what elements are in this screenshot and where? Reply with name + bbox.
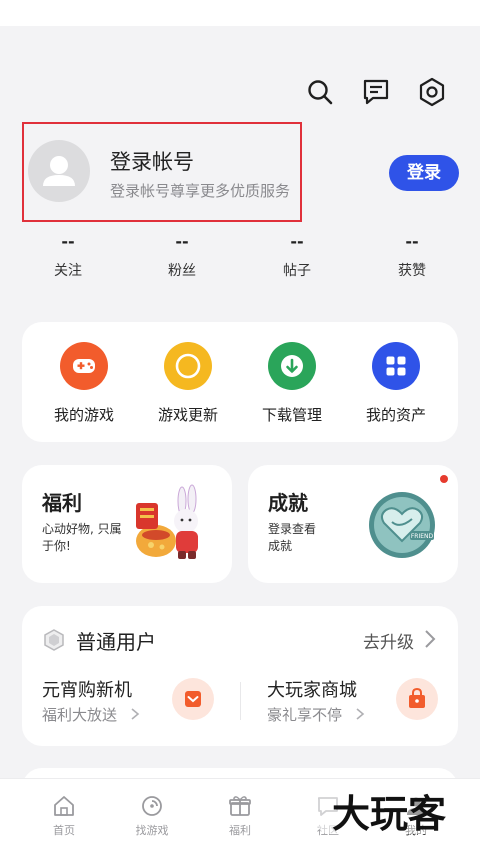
watermark-text: 大玩客 — [332, 792, 446, 836]
chevron-right-icon[interactable] — [422, 628, 438, 650]
stat-label: 帖子 — [283, 263, 311, 279]
refresh-icon — [164, 342, 212, 390]
tab-label: 找游戏 — [135, 824, 169, 837]
status-bar — [0, 0, 480, 26]
stat-posts[interactable]: -- 帖子 — [257, 232, 337, 280]
download-manager-button[interactable]: 下载管理 — [242, 342, 342, 425]
quick-actions-card: 我的游戏 游戏更新 下载管理 我的资产 — [22, 322, 458, 442]
stat-value: -- — [175, 232, 189, 251]
settings-icon[interactable] — [416, 76, 448, 108]
friend-badge-text: FRIEND — [411, 533, 434, 540]
welfare-title: 福利 — [42, 491, 82, 515]
tab-welfare[interactable]: 福利 — [210, 793, 270, 838]
promo-title[interactable]: 大玩家商城 — [267, 676, 357, 702]
promo-subtitle: 豪礼享不停 — [267, 706, 343, 724]
stat-follow[interactable]: -- 关注 — [28, 232, 108, 280]
quick-action-label: 我的游戏 — [53, 406, 114, 424]
grid-icon — [372, 342, 420, 390]
stat-fans[interactable]: -- 粉丝 — [142, 232, 222, 280]
tab-home[interactable]: 首页 — [34, 793, 94, 838]
discover-icon — [142, 796, 162, 816]
quick-action-label: 我的资产 — [365, 406, 426, 424]
member-level-title: 普通用户 — [76, 630, 156, 654]
message-icon[interactable] — [360, 76, 392, 108]
stat-value: -- — [290, 232, 304, 251]
membership-card: 普通用户 去升级 元宵购新机 福利大放送 大玩家商城 豪礼享不停 — [22, 606, 458, 746]
home-icon — [54, 796, 74, 816]
phone-promo-icon[interactable] — [172, 678, 214, 720]
upgrade-link[interactable]: 去升级 — [363, 628, 414, 653]
profile-title: 登录帐号 — [110, 150, 194, 174]
tab-label: 福利 — [229, 824, 251, 837]
quick-action-label: 下载管理 — [261, 406, 322, 424]
stat-label: 关注 — [54, 263, 82, 279]
profile-subtitle: 登录帐号尊享更多优质服务 — [110, 182, 291, 200]
stat-value: -- — [405, 232, 419, 251]
member-level-icon — [44, 629, 64, 651]
tab-discover[interactable]: 找游戏 — [122, 793, 182, 838]
tab-label: 首页 — [53, 824, 75, 837]
download-icon — [268, 342, 316, 390]
stats-row: -- 关注 -- 粉丝 -- 帖子 -- 获赞 — [0, 232, 480, 286]
gamepad-icon — [60, 342, 108, 390]
stat-value: -- — [61, 232, 75, 251]
promo-subtitle: 福利大放送 — [42, 706, 118, 724]
login-button[interactable]: 登录 — [389, 155, 459, 191]
stat-label: 获赞 — [398, 263, 426, 279]
promo-divider — [240, 682, 241, 720]
welfare-card[interactable]: 福利 心动好物, 只属于你! — [22, 465, 232, 583]
notification-dot — [440, 475, 448, 483]
achievement-title: 成就 — [268, 491, 308, 515]
achievement-card[interactable]: 成就 登录查看 成就 FRIEND — [248, 465, 458, 583]
stat-likes[interactable]: -- 获赞 — [372, 232, 452, 280]
chevron-right-icon — [131, 708, 140, 720]
promo-title[interactable]: 元宵购新机 — [42, 676, 132, 702]
avatar[interactable] — [28, 140, 90, 202]
search-icon[interactable] — [304, 76, 336, 108]
achievement-subtitle: 登录查看 成就 — [268, 522, 317, 553]
chevron-right-icon — [356, 708, 365, 720]
friend-badge-icon: FRIEND — [369, 492, 435, 558]
my-games-button[interactable]: 我的游戏 — [34, 342, 134, 425]
quick-action-label: 游戏更新 — [157, 406, 218, 424]
game-updates-button[interactable]: 游戏更新 — [138, 342, 238, 425]
my-assets-button[interactable]: 我的资产 — [346, 342, 446, 425]
gift-icon — [229, 796, 251, 816]
stat-label: 粉丝 — [168, 263, 196, 279]
header-actions — [300, 76, 450, 108]
shopping-bag-icon[interactable] — [396, 678, 438, 720]
dawanke-watermark-logo: 大玩客 — [318, 790, 460, 836]
rabbit-mascot-illustration — [136, 484, 198, 559]
profile-login-area[interactable]: 登录帐号 登录帐号尊享更多优质服务 — [22, 122, 302, 222]
welfare-subtitle: 心动好物, 只属于你! — [42, 522, 122, 553]
